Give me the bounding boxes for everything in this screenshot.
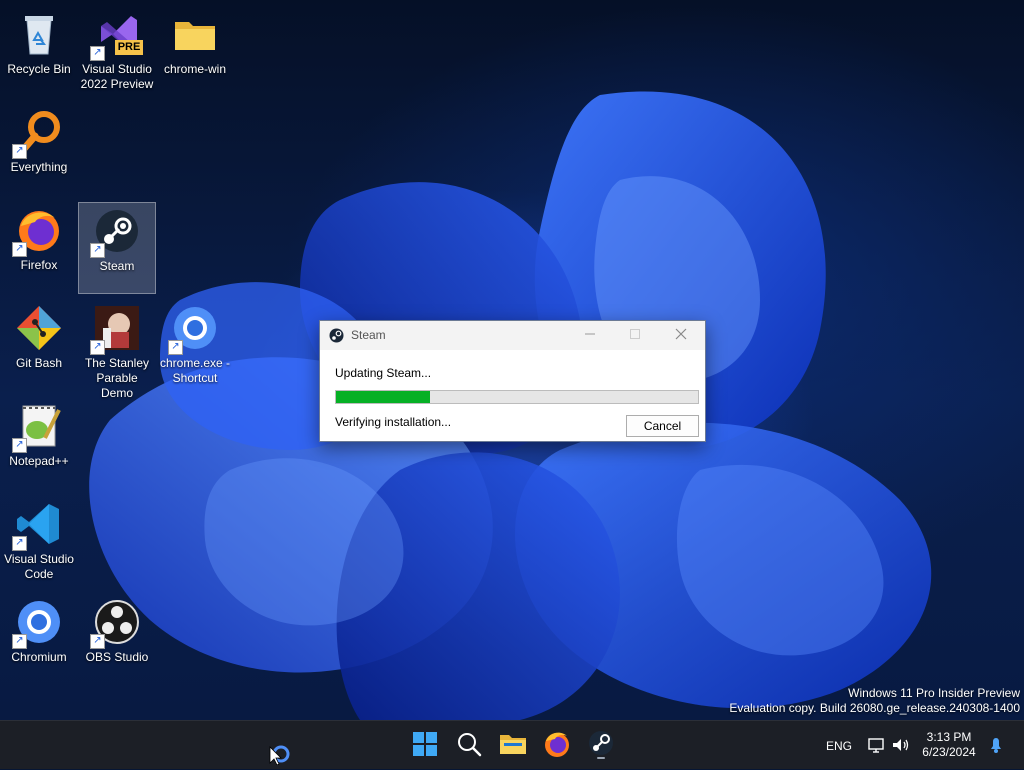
visual-studio-icon: PRE ↗	[90, 10, 143, 61]
update-progress-bar	[335, 390, 699, 404]
update-progress-fill	[336, 391, 431, 403]
evaluation-watermark: Windows 11 Pro Insider Preview Evaluatio…	[729, 686, 1020, 716]
system-clock[interactable]: 3:13 PM 6/23/2024	[918, 730, 980, 760]
minimize-button[interactable]	[568, 321, 612, 350]
maximize-icon	[630, 329, 640, 339]
desktop-icon-stanley-parable-demo[interactable]: ↗ The Stanley Parable Demo	[78, 300, 156, 400]
notification-bell-icon[interactable]	[986, 735, 1006, 755]
taskbar: ENG 3:13 PM 6/23/2024	[0, 720, 1024, 769]
vscode-icon: ↗	[12, 500, 63, 551]
desktop-icon-label: Recycle Bin	[7, 62, 71, 76]
desktop-icon-label: Everything	[10, 160, 68, 174]
clock-time: 3:13 PM	[926, 730, 972, 744]
desktop-icon-label: Visual Studio Code	[4, 552, 74, 581]
desktop-icon-label: chrome.exe - Shortcut	[159, 356, 231, 385]
desktop-icon-firefox[interactable]: ↗ Firefox	[0, 202, 78, 294]
clock-date: 6/23/2024	[922, 745, 976, 759]
stanley-parable-icon: ↗	[90, 304, 141, 355]
network-icon[interactable]	[866, 735, 886, 755]
notepad-plus-plus-icon: ↗	[12, 402, 63, 453]
input-language[interactable]: ENG	[826, 739, 852, 753]
desktop-icon-label: chrome-win	[163, 62, 226, 76]
desktop-icon-visual-studio-code[interactable]: ↗ Visual Studio Code	[0, 496, 78, 588]
preview-badge: PRE	[115, 40, 143, 55]
start-icon[interactable]	[410, 729, 440, 759]
desktop-icon-steam[interactable]: ↗ Steam	[78, 202, 156, 294]
chromium-icon: ↗	[168, 304, 219, 355]
minimize-icon	[585, 333, 595, 335]
desktop-icon-chromium[interactable]: ↗ Chromium	[0, 594, 78, 686]
maximize-button[interactable]	[613, 321, 657, 350]
file-explorer-icon[interactable]	[498, 729, 528, 759]
shortcut-arrow-icon: ↗	[12, 438, 27, 453]
desktop-icon-chrome-exe-shortcut[interactable]: ↗ chrome.exe - Shortcut	[156, 300, 234, 392]
volume-icon[interactable]	[890, 735, 910, 755]
steam-icon[interactable]	[586, 729, 616, 759]
chromium-icon: ↗	[12, 598, 63, 649]
desktop-icon-label: OBS Studio	[85, 650, 149, 664]
desktop-icon-chrome-win[interactable]: chrome-win	[156, 6, 234, 98]
steam-icon: ↗	[90, 207, 141, 258]
watermark-line-build: Evaluation copy. Build 26080.ge_release.…	[729, 701, 1020, 715]
desktop-icon-label: Git Bash	[15, 356, 63, 370]
close-button[interactable]	[659, 321, 703, 350]
shortcut-arrow-icon: ↗	[90, 340, 105, 355]
shortcut-arrow-icon: ↗	[12, 144, 27, 159]
desktop-icon-visual-studio-2022-preview[interactable]: PRE ↗ Visual Studio 2022 Preview	[78, 6, 156, 98]
folder-icon	[171, 10, 219, 58]
shortcut-arrow-icon: ↗	[168, 340, 183, 355]
everything-search-icon: ↗	[12, 108, 63, 159]
desktop-icon-label: Notepad++	[9, 454, 69, 468]
shortcut-arrow-icon: ↗	[12, 634, 27, 649]
git-bash-icon	[15, 304, 63, 352]
desktop-icon-git-bash[interactable]: Git Bash	[0, 300, 78, 392]
dialog-title: Steam	[351, 328, 386, 342]
shortcut-arrow-icon: ↗	[90, 243, 105, 258]
update-label: Updating Steam...	[335, 366, 432, 380]
desktop-icon-everything[interactable]: ↗ Everything	[0, 104, 78, 196]
shortcut-arrow-icon: ↗	[12, 536, 27, 551]
close-icon	[675, 328, 687, 340]
shortcut-arrow-icon: ↗	[12, 242, 27, 257]
firefox-icon: ↗	[12, 206, 63, 257]
steam-update-dialog: Steam Updating Steam... Verifying instal…	[319, 320, 706, 442]
desktop-icon-notepad-plus-plus[interactable]: ↗ Notepad++	[0, 398, 78, 490]
shortcut-arrow-icon: ↗	[90, 634, 105, 649]
steam-icon	[329, 328, 344, 343]
desktop-icon-label: Chromium	[11, 650, 67, 664]
desktop-icon-label: Firefox	[20, 258, 58, 272]
update-status-text: Verifying installation...	[335, 415, 452, 429]
watermark-line-edition: Windows 11 Pro Insider Preview	[848, 686, 1020, 700]
desktop-icon-label: Visual Studio 2022 Preview	[80, 62, 154, 91]
shortcut-arrow-icon: ↗	[90, 46, 105, 61]
recycle-bin-icon	[15, 10, 63, 58]
obs-studio-icon: ↗	[90, 598, 141, 649]
dialog-title-bar[interactable]: Steam	[320, 321, 705, 350]
firefox-icon[interactable]	[542, 729, 572, 759]
desktop-icon-recycle-bin[interactable]: Recycle Bin	[0, 6, 78, 98]
chromium-icon[interactable]	[268, 743, 290, 766]
desktop-icon-label: The Stanley Parable Demo	[84, 356, 150, 400]
cancel-button[interactable]: Cancel	[626, 415, 699, 437]
desktop-icon-label: Steam	[99, 259, 135, 273]
desktop-icon-obs-studio[interactable]: ↗ OBS Studio	[78, 594, 156, 686]
search-icon[interactable]	[454, 729, 484, 759]
